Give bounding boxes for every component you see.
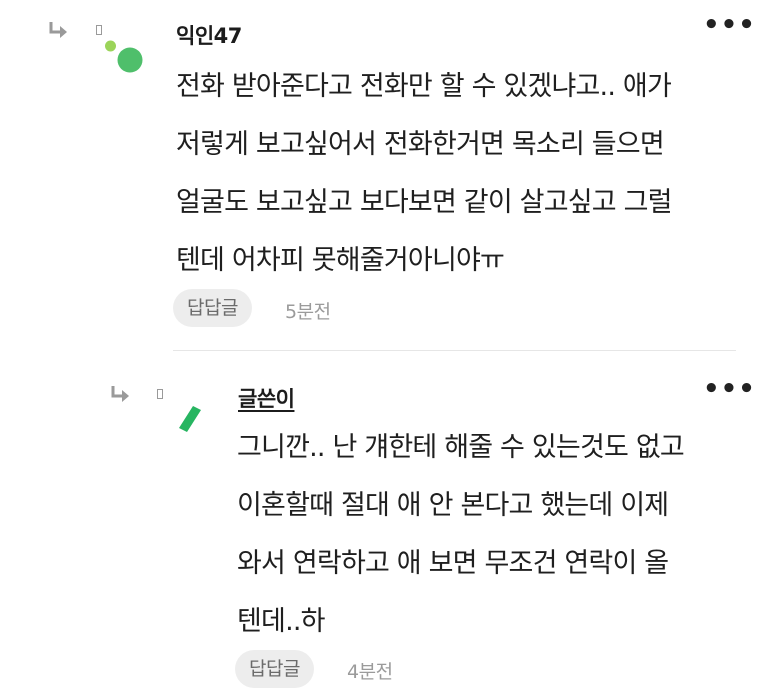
reply-arrow-icon [48, 21, 70, 39]
reply-arrow-icon [110, 385, 132, 403]
reaction-button[interactable]: 답답글 [173, 289, 252, 327]
comment-line: 저렇게 보고싶어서 전화한거면 목소리 들으면 [176, 129, 665, 160]
comment-line: 이혼할때 절대 애 안 본다고 했는데 이제 [237, 490, 669, 521]
comment-line: 그니깐.. 난 걔한테 해줄 수 있는것도 없고 [237, 432, 685, 463]
more-options-icon[interactable]: ••• [703, 12, 756, 38]
reaction-button[interactable]: 답답글 [235, 650, 314, 688]
comment-timestamp: 5분전 [285, 301, 331, 323]
comment-username[interactable]: 글쓴이 [238, 383, 295, 413]
more-options-icon[interactable]: ••• [703, 376, 756, 402]
comment-line: 와서 연락하고 애 보면 무조건 연락이 올 [237, 548, 669, 579]
nested-marker-icon [157, 389, 163, 399]
comment-line: 텐데 어차피 못해줄거아니야ㅠ [176, 245, 505, 276]
comment-username[interactable]: 익인47 [176, 20, 242, 50]
comment-line: 전화 받아준다고 전화만 할 수 있겠냐고.. 애가 [176, 71, 672, 102]
nested-marker-icon [96, 25, 102, 35]
comment-body: 전화 받아준다고 전화만 할 수 있겠냐고.. 애가 저렇게 보고싶어서 전화한… [176, 58, 672, 290]
comment-divider [173, 350, 736, 351]
comment-timestamp: 4분전 [347, 661, 393, 683]
avatar[interactable] [175, 404, 203, 434]
avatar[interactable] [104, 38, 146, 74]
comment-line: 텐데..하 [237, 606, 325, 637]
comment-body: 그니깐.. 난 걔한테 해줄 수 있는것도 없고 이혼할때 절대 애 안 본다고… [237, 419, 685, 651]
comment-line: 얼굴도 보고싶고 보다보면 같이 살고싶고 그럴 [176, 187, 672, 218]
